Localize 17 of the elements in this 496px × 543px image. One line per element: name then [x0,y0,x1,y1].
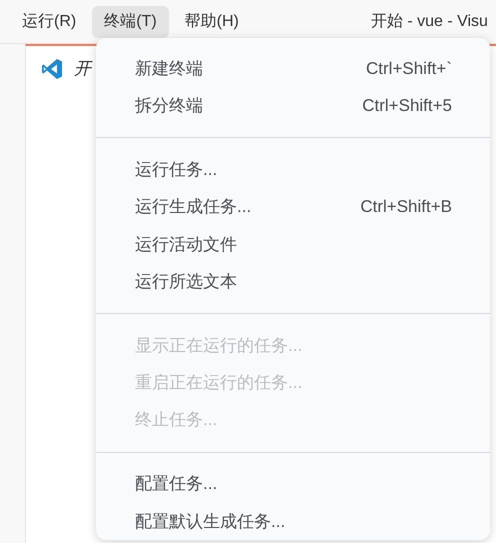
menu-item[interactable]: 运行任务... [96,151,490,189]
menu-item[interactable]: 新建终端 Ctrl+Shift+` [96,50,490,88]
menu-item[interactable]: 运行所选文本 [96,262,490,300]
tab-label[interactable]: 开 [74,56,91,82]
menu-bar-item[interactable]: 帮助(H) [172,6,251,38]
menu-item[interactable]: 运行活动文件 [96,226,490,263]
vscode-logo-icon [40,57,64,81]
menu-item[interactable]: 配置默认生成任务... [96,502,490,540]
menu-item[interactable]: 配置任务... [96,466,490,503]
menu-bar-item[interactable]: 运行(R) [10,6,88,38]
shortcut-label: Ctrl+Shift+5 [362,95,452,118]
window-title: 开始 - vue - Visu [370,12,488,32]
menu-bar-item[interactable]: 终端(T) [92,6,169,38]
menu-item[interactable]: 拆分终端 Ctrl+Shift+5 [96,87,490,124]
shortcut-label: Ctrl+Shift+` [366,58,452,80]
shortcut-label: Ctrl+Shift+B [360,196,452,218]
menu-item[interactable]: 运行生成任务... Ctrl+Shift+B [96,188,490,226]
